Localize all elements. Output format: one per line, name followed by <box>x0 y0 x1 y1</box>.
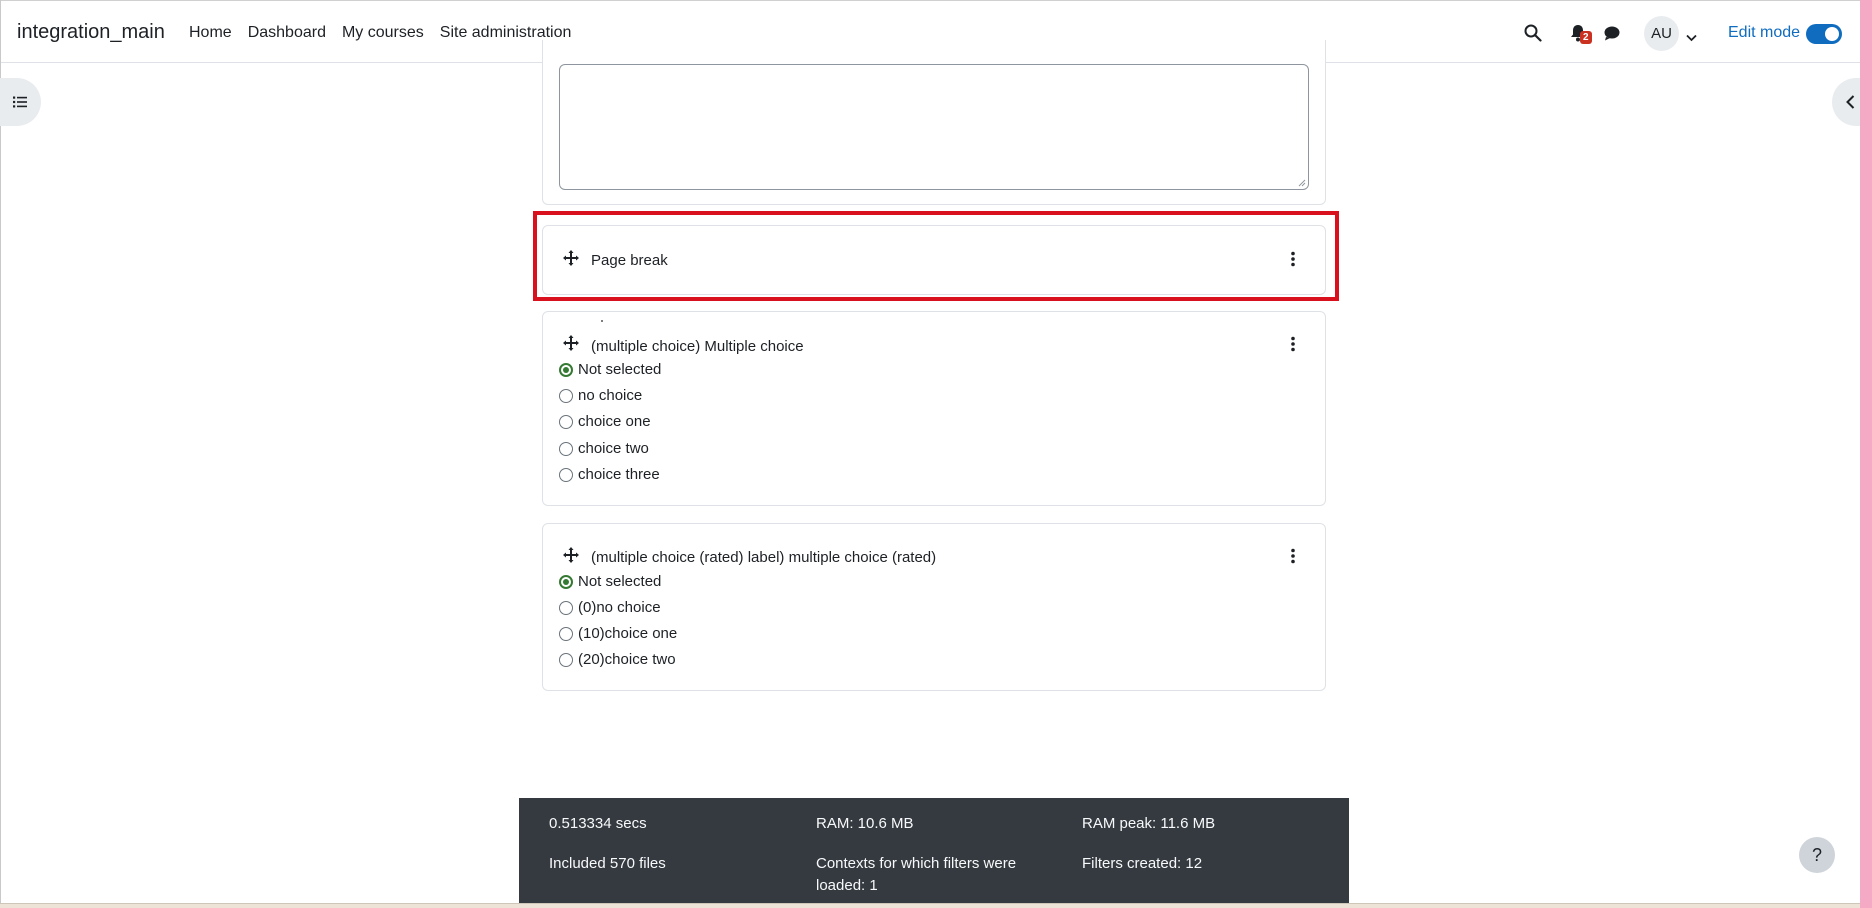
chat-bubble-icon <box>1604 26 1620 41</box>
radio-option[interactable]: (0)no choice <box>559 599 661 616</box>
notifications-button[interactable]: 2 <box>1570 24 1592 46</box>
radio-button[interactable] <box>559 441 573 456</box>
list-icon <box>13 96 27 108</box>
messages-button[interactable] <box>1604 26 1620 45</box>
radio-option-label: no choice <box>578 387 643 404</box>
help-button[interactable]: ? <box>1799 837 1835 873</box>
resize-grip-icon[interactable] <box>1298 179 1306 187</box>
radio-option[interactable]: choice two <box>559 440 649 457</box>
radio-option[interactable]: no choice <box>559 387 642 404</box>
radio-option[interactable]: choice three <box>559 466 660 483</box>
notification-count-badge: 2 <box>1580 31 1592 44</box>
nav-dashboard[interactable]: Dashboard <box>248 24 326 42</box>
decoration-dot <box>601 320 603 322</box>
user-avatar[interactable]: AU <box>1644 16 1679 51</box>
radio-button[interactable] <box>559 388 573 403</box>
primary-nav: Home Dashboard My courses Site administr… <box>189 24 571 42</box>
kebab-menu-icon[interactable] <box>1290 336 1296 352</box>
kebab-menu-icon[interactable] <box>1290 548 1296 564</box>
essay-question-card <box>542 40 1326 205</box>
course-index-drawer-button[interactable] <box>0 78 41 126</box>
radio-button[interactable] <box>559 362 573 377</box>
radio-option[interactable]: (10)choice one <box>559 625 677 642</box>
nav-my-courses[interactable]: My courses <box>342 24 424 42</box>
radio-option-label: (0)no choice <box>578 599 661 616</box>
radio-option[interactable]: (20)choice two <box>559 651 676 668</box>
radio-option-label: (10)choice one <box>578 625 678 642</box>
multiple-choice-card: (multiple choice) Multiple choice Not se… <box>542 311 1326 506</box>
footer-filters-created: Filters created: 12 <box>1082 855 1203 872</box>
search-icon <box>1524 24 1542 42</box>
radio-option-label: choice one <box>578 413 651 430</box>
edit-mode-toggle[interactable] <box>1806 24 1842 44</box>
multiple-choice-rated-card: (multiple choice (rated) label) multiple… <box>542 523 1326 691</box>
radio-button[interactable] <box>559 574 573 589</box>
move-icon[interactable] <box>563 335 579 351</box>
site-brand[interactable]: integration_main <box>17 21 165 44</box>
radio-option[interactable]: choice one <box>559 413 651 430</box>
nav-home[interactable]: Home <box>189 24 232 42</box>
footer-contexts-line1: Contexts for which filters were <box>816 855 1017 872</box>
radio-option[interactable]: Not selected <box>559 361 661 378</box>
window-left-border <box>0 0 1 908</box>
footer-contexts-line2: loaded: 1 <box>816 877 878 894</box>
radio-button[interactable] <box>559 600 573 615</box>
essay-textarea[interactable] <box>559 64 1309 190</box>
radio-button[interactable] <box>559 414 573 429</box>
radio-option[interactable]: Not selected <box>559 573 661 590</box>
question-title: (multiple choice) Multiple choice <box>591 338 804 355</box>
footer-files: Included 570 files <box>549 855 666 872</box>
window-edge-strip <box>1860 0 1872 908</box>
performance-footer: 0.513334 secs RAM: 10.6 MB RAM peak: 11.… <box>519 798 1349 908</box>
search-button[interactable] <box>1524 24 1542 46</box>
question-title: (multiple choice (rated) label) multiple… <box>591 549 937 566</box>
chevron-down-icon <box>1686 34 1697 42</box>
move-icon[interactable] <box>563 547 579 563</box>
radio-option-label: Not selected <box>578 573 662 590</box>
user-menu-toggle[interactable] <box>1686 29 1697 46</box>
radio-option-label: (20)choice two <box>578 651 676 668</box>
radio-option-label: choice three <box>578 466 660 483</box>
radio-button[interactable] <box>559 467 573 482</box>
radio-option-label: Not selected <box>578 361 662 378</box>
radio-button[interactable] <box>559 652 573 667</box>
radio-button[interactable] <box>559 626 573 641</box>
radio-option-label: choice two <box>578 440 649 457</box>
footer-time: 0.513334 secs <box>549 815 647 832</box>
edit-mode-label: Edit mode <box>1728 24 1801 41</box>
footer-ram: RAM: 10.6 MB <box>816 815 914 832</box>
taskbar-strip <box>0 903 1860 908</box>
chevron-left-icon <box>1846 95 1855 109</box>
highlight-box <box>533 211 1339 301</box>
footer-ram-peak: RAM peak: 11.6 MB <box>1082 815 1216 832</box>
